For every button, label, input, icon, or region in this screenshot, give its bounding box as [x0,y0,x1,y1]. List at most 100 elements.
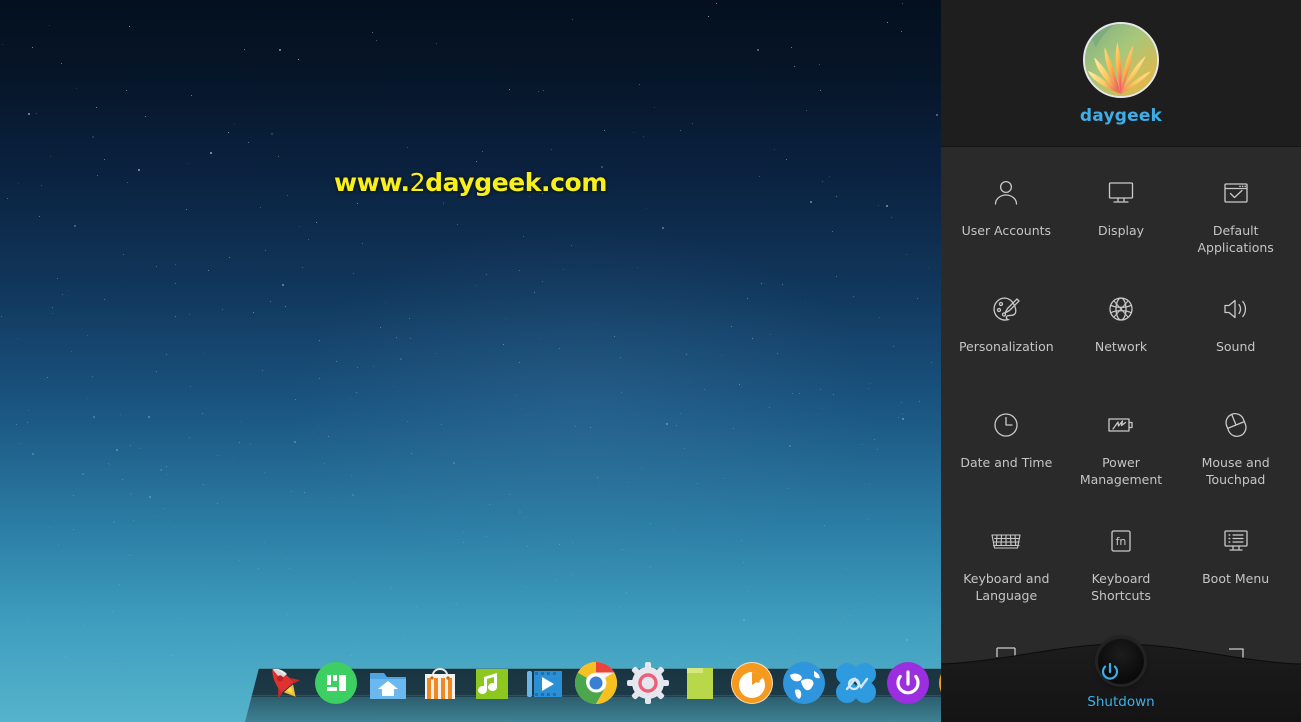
star [73,528,75,530]
dock-item-blue-flower-app[interactable] [831,658,881,708]
star [526,545,528,547]
star [171,655,173,657]
settings-item-boot-menu[interactable]: Boot Menu [1178,516,1293,628]
star [570,244,572,246]
star [318,339,320,341]
star [579,610,581,612]
shutdown-label[interactable]: Shutdown [941,694,1301,710]
star [731,325,733,327]
settings-item-date-and-time[interactable]: Date and Time [949,400,1064,512]
dock-item-app-green[interactable] [311,658,361,708]
dock[interactable] [245,640,941,722]
star [238,559,240,561]
dock-item-web-globe[interactable] [779,658,829,708]
star [286,558,288,560]
star [165,353,167,355]
star [184,572,186,574]
star [67,654,69,656]
star [885,204,888,207]
star [87,397,88,399]
star [175,283,177,285]
star [297,59,299,61]
star [463,531,465,533]
star [833,393,835,395]
star [449,605,451,607]
star [572,19,574,21]
star [384,582,386,584]
dock-item-text-editor[interactable] [675,658,725,708]
star [574,426,576,428]
star [399,357,402,360]
dock-item-video-player[interactable] [519,658,569,708]
star [676,579,678,581]
star [128,25,130,27]
star [452,462,455,465]
star [716,2,718,4]
star [270,132,273,135]
star [57,278,59,280]
star [252,311,254,313]
network-icon [1104,292,1138,326]
star [649,567,651,569]
star [216,502,218,504]
star [371,31,373,33]
star [769,406,771,408]
star [157,517,159,519]
star [51,306,53,308]
star [311,431,313,433]
star [51,312,53,314]
star [26,620,28,622]
dock-item-software-store[interactable] [415,658,465,708]
dock-item-system-settings[interactable] [623,658,673,708]
star [522,236,524,238]
star [231,458,233,460]
settings-item-keyboard-and-language[interactable]: Keyboard and Language [949,516,1064,628]
dock-item-firefox-browser[interactable] [727,658,777,708]
star [290,491,292,493]
web-globe-icon [783,662,825,704]
star [91,375,93,377]
dock-item-home-folder[interactable] [363,658,413,708]
star [916,297,918,299]
settings-item-display[interactable]: Display [1064,168,1179,280]
settings-item-power-management[interactable]: Power Management [1064,400,1179,512]
star [590,426,592,428]
settings-item-user-accounts[interactable]: User Accounts [949,168,1064,280]
star [486,536,488,538]
star [837,561,839,563]
star [843,616,845,618]
star [185,209,187,211]
star [868,388,870,390]
star [723,478,725,480]
star [877,449,879,451]
star [456,602,458,604]
star [686,353,688,355]
dock-item-rocket-launcher[interactable] [259,658,309,708]
avatar[interactable] [1083,22,1159,98]
settings-item-keyboard-shortcuts[interactable]: fn Keyboard Shortcuts [1064,516,1179,628]
star [228,256,230,258]
star [393,386,395,388]
dock-icon-list [259,658,941,708]
settings-item-mouse-and-touchpad[interactable]: Mouse and Touchpad [1178,400,1293,512]
settings-item-label: Power Management [1079,455,1163,487]
dock-item-power-button[interactable] [883,658,933,708]
star [878,204,880,206]
settings-item-default-applications[interactable]: Default Applications [1178,168,1293,280]
settings-item-network[interactable]: Network [1064,284,1179,396]
dock-item-music-player[interactable] [467,658,517,708]
settings-item-personalization[interactable]: Personalization [949,284,1064,396]
desktop-wallpaper[interactable]: www.2daygeek.com [0,0,941,722]
star [836,276,838,278]
star [187,162,189,164]
star [741,539,743,541]
star [165,466,167,468]
star [104,158,106,160]
star [327,436,329,438]
shutdown-button[interactable] [1098,638,1144,684]
star [48,526,50,528]
settings-item-sound[interactable]: Sound [1178,284,1293,396]
star [188,314,190,316]
star [372,365,374,367]
dock-item-google-chrome[interactable] [571,658,621,708]
